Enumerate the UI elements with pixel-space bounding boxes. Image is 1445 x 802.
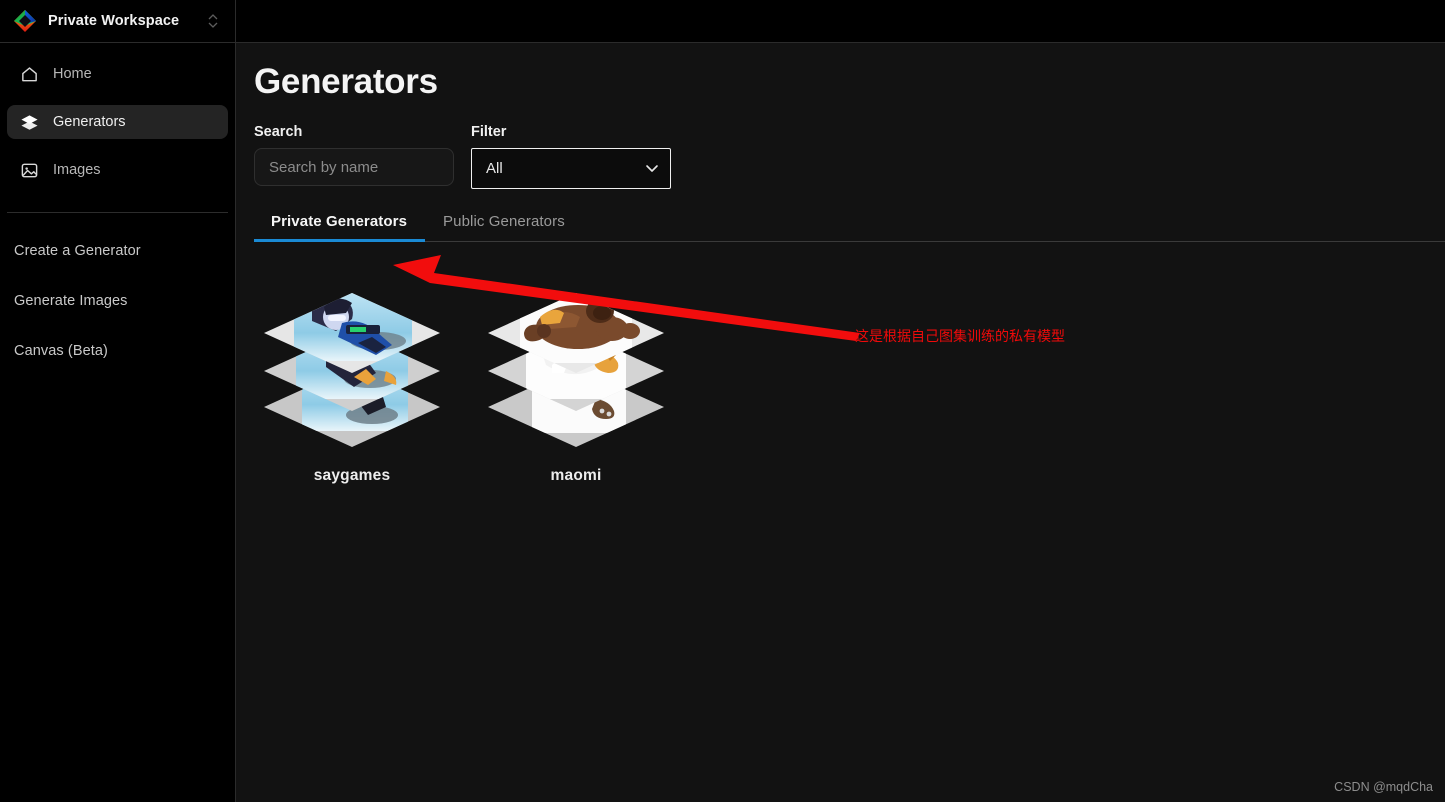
sidebar-nav: Home Generators Images <box>0 43 235 201</box>
main-body: Generators Search Filter All <box>236 62 1445 485</box>
sidebar-item-images[interactable]: Images <box>7 153 228 187</box>
sidebar-links: Create a Generator Generate Images Canva… <box>0 213 235 393</box>
generator-card[interactable]: maomi <box>478 269 674 485</box>
app-root: Private Workspace Home Generators Images… <box>0 0 1445 802</box>
page-title: Generators <box>254 62 438 101</box>
layers-icon <box>19 112 39 132</box>
filter-group: Filter All <box>471 124 671 189</box>
image-icon <box>19 160 39 180</box>
top-bar <box>236 0 1445 43</box>
search-input[interactable] <box>254 148 454 186</box>
generator-card[interactable]: saygames <box>254 269 450 485</box>
chevron-up-down-icon[interactable] <box>205 10 221 32</box>
filter-select[interactable]: All <box>471 148 671 189</box>
generator-name: maomi <box>550 467 602 484</box>
workspace-name: Private Workspace <box>48 13 180 29</box>
sidebar-link-create-a-generator[interactable]: Create a Generator <box>14 243 235 259</box>
search-label: Search <box>254 124 303 140</box>
layered-stack-game-character-thumbnail <box>254 269 450 455</box>
sidebar-item-label: Generators <box>53 114 126 130</box>
sidebar: Private Workspace Home Generators Images… <box>0 0 236 802</box>
layered-stack-bear-character-thumbnail <box>478 269 674 455</box>
home-icon <box>19 64 39 84</box>
main-content: Generators Search Filter All <box>236 0 1445 802</box>
sidebar-item-label: Home <box>53 66 92 82</box>
diamond-logo-icon <box>12 8 38 34</box>
generator-name: saygames <box>313 467 391 484</box>
sidebar-link-canvas-beta[interactable]: Canvas (Beta) <box>14 343 235 359</box>
workspace-switcher[interactable]: Private Workspace <box>0 0 235 43</box>
generators-grid: saygames maomi <box>254 269 1445 485</box>
controls-row: Search Filter All <box>254 124 1445 189</box>
sidebar-item-label: Images <box>53 162 101 178</box>
search-group: Search <box>254 124 454 189</box>
sidebar-item-home[interactable]: Home <box>7 57 228 91</box>
sidebar-item-generators[interactable]: Generators <box>7 105 228 139</box>
tab-public-generators[interactable]: Public Generators <box>425 213 583 241</box>
tab-private-generators[interactable]: Private Generators <box>254 213 426 242</box>
filter-label: Filter <box>471 124 507 140</box>
tab-bar: Private Generators Public Generators <box>254 213 1445 242</box>
sidebar-link-generate-images[interactable]: Generate Images <box>14 293 235 309</box>
